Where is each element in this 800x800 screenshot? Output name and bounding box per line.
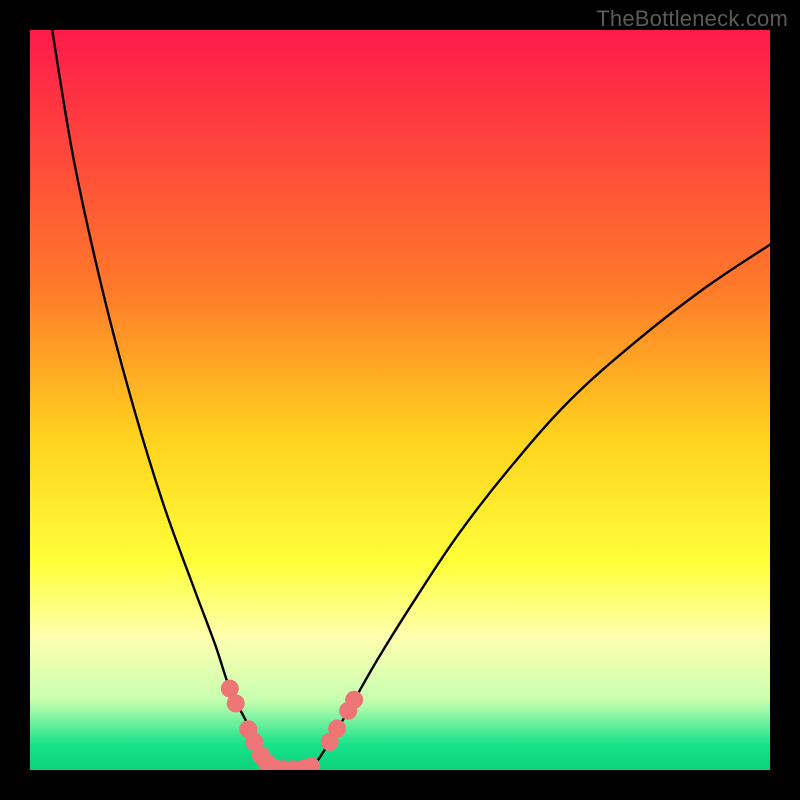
chart-svg <box>30 30 770 770</box>
data-marker <box>227 694 245 712</box>
chart-frame: TheBottleneck.com <box>0 0 800 800</box>
data-marker <box>345 691 363 709</box>
chart-background <box>30 30 770 770</box>
data-marker <box>328 720 346 738</box>
plot-area <box>30 30 770 770</box>
watermark-text: TheBottleneck.com <box>596 6 788 32</box>
